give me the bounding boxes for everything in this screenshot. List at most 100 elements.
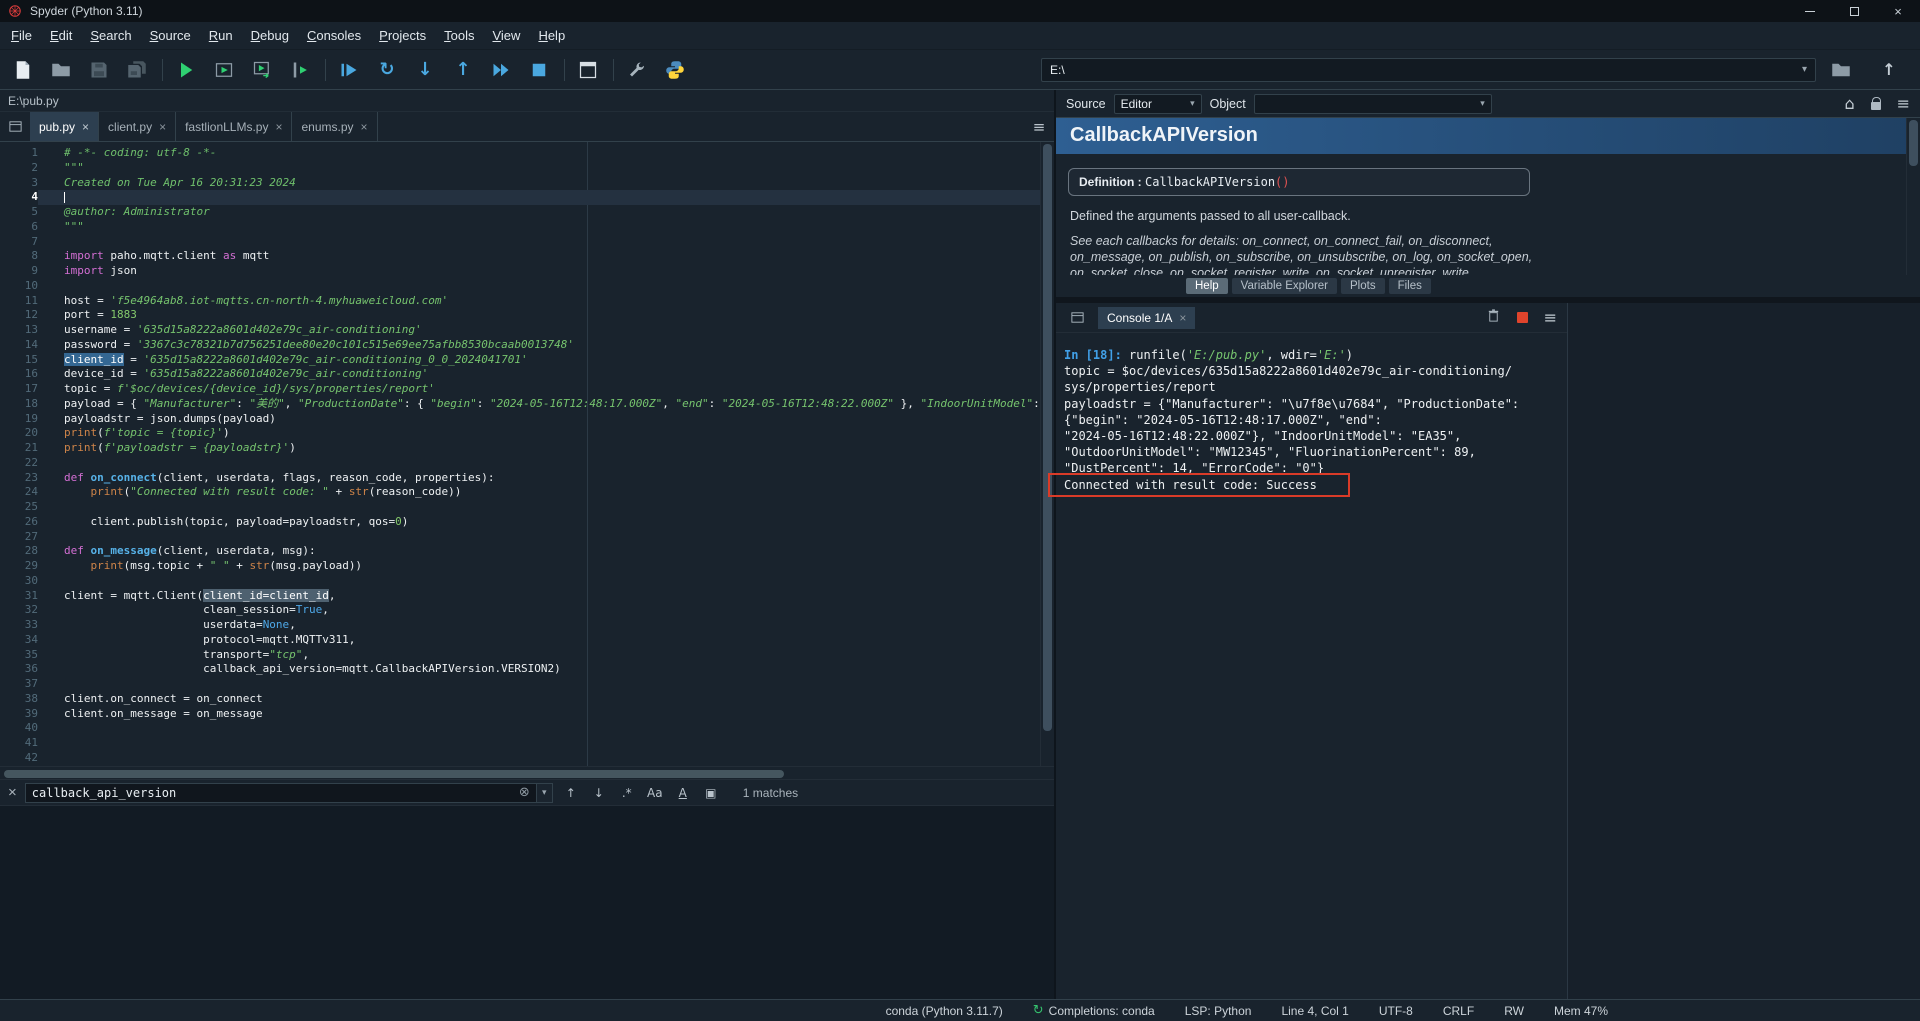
menu-search[interactable]: Search bbox=[81, 23, 140, 48]
tab-close-icon[interactable]: × bbox=[82, 120, 89, 134]
editor-line[interactable]: 32 clean_session=True, bbox=[0, 603, 1054, 618]
remove-variables-icon[interactable] bbox=[1486, 308, 1501, 328]
find-next-button[interactable]: ↓ bbox=[589, 783, 609, 803]
menu-source[interactable]: Source bbox=[141, 23, 200, 48]
editor-tab-client.py[interactable]: client.py× bbox=[99, 112, 176, 141]
run-cell-button[interactable] bbox=[209, 55, 239, 85]
editor-line[interactable]: 24 print("Connected with result code: " … bbox=[0, 485, 1054, 500]
editor-line[interactable]: 39client.on_message = on_message bbox=[0, 707, 1054, 722]
console-options-icon[interactable]: ≡ bbox=[1544, 308, 1557, 327]
continue-button[interactable] bbox=[486, 55, 516, 85]
editor-line[interactable]: 34 protocol=mqtt.MQTTv311, bbox=[0, 633, 1054, 648]
editor-line[interactable]: 13username = '635d15a8222a8601d402e79c_a… bbox=[0, 323, 1054, 338]
help-source-combo[interactable]: Editor ▾ bbox=[1114, 94, 1202, 114]
editor-line[interactable]: 12port = 1883 bbox=[0, 308, 1054, 323]
menu-projects[interactable]: Projects bbox=[370, 23, 435, 48]
new-file-button[interactable] bbox=[8, 55, 38, 85]
run-button[interactable] bbox=[171, 55, 201, 85]
editor-line[interactable]: 38client.on_connect = on_connect bbox=[0, 692, 1054, 707]
lock-icon[interactable] bbox=[1871, 102, 1881, 110]
pane-tab-files[interactable]: Files bbox=[1389, 278, 1431, 294]
find-previous-button[interactable]: ↑ bbox=[561, 783, 581, 803]
editor-line[interactable]: 21print(f'payloadstr = {payloadstr}') bbox=[0, 441, 1054, 456]
run-cell-advance-button[interactable] bbox=[247, 55, 277, 85]
save-all-button[interactable] bbox=[122, 55, 152, 85]
interrupt-kernel-icon[interactable] bbox=[1517, 312, 1528, 323]
editor-line[interactable]: 4 bbox=[0, 190, 1054, 205]
browse-tabs-button[interactable] bbox=[0, 112, 30, 141]
highlight-matches-button[interactable]: ▣ bbox=[701, 783, 721, 803]
tabbar-options-icon[interactable]: ≡ bbox=[1024, 112, 1054, 141]
editor-line[interactable]: 35 transport="tcp", bbox=[0, 648, 1054, 663]
editor-line[interactable]: 10 bbox=[0, 279, 1054, 294]
editor-line[interactable]: 36 callback_api_version=mqtt.CallbackAPI… bbox=[0, 662, 1054, 677]
editor-line[interactable]: 41 bbox=[0, 736, 1054, 751]
editor-line[interactable]: 22 bbox=[0, 456, 1054, 471]
editor-line[interactable]: 27 bbox=[0, 530, 1054, 545]
console-tab[interactable]: Console 1/A × bbox=[1098, 307, 1195, 329]
save-button[interactable] bbox=[84, 55, 114, 85]
editor-line[interactable]: 37 bbox=[0, 677, 1054, 692]
help-scrollbar[interactable] bbox=[1906, 118, 1920, 275]
editor-line[interactable]: 11host = 'f5e4964ab8.iot-mqtts.cn-north-… bbox=[0, 294, 1054, 309]
editor-line[interactable]: 15client_id = '635d15a8222a8601d402e79c_… bbox=[0, 353, 1054, 368]
tab-close-icon[interactable]: × bbox=[1179, 311, 1186, 325]
editor-tab-pub.py[interactable]: pub.py× bbox=[30, 112, 99, 141]
editor-line[interactable]: 40 bbox=[0, 721, 1054, 736]
tab-close-icon[interactable]: × bbox=[159, 120, 166, 134]
editor-line[interactable]: 26 client.publish(topic, payload=payload… bbox=[0, 515, 1054, 530]
browse-directory-button[interactable] bbox=[1826, 55, 1856, 85]
rerun-button[interactable]: ↻ bbox=[372, 55, 402, 85]
whole-words-button[interactable]: A bbox=[673, 783, 693, 803]
tab-close-icon[interactable]: × bbox=[275, 120, 282, 134]
editor-line[interactable]: 5@author: Administrator bbox=[0, 205, 1054, 220]
regex-button[interactable]: .* bbox=[617, 783, 637, 803]
maximize-button[interactable] bbox=[1832, 0, 1876, 22]
maximize-pane-button[interactable] bbox=[573, 55, 603, 85]
menu-run[interactable]: Run bbox=[200, 23, 242, 48]
editor-line[interactable]: 19payloadstr = json.dumps(payload) bbox=[0, 412, 1054, 427]
run-selection-button[interactable] bbox=[285, 55, 315, 85]
help-object-combo[interactable]: ▾ bbox=[1254, 94, 1492, 114]
open-file-button[interactable] bbox=[46, 55, 76, 85]
search-history-dropdown[interactable]: ▾ bbox=[537, 783, 553, 803]
pane-tab-variable-explorer[interactable]: Variable Explorer bbox=[1232, 278, 1337, 294]
editor-line[interactable]: 16device_id = '635d15a8222a8601d402e79c_… bbox=[0, 367, 1054, 382]
menu-debug[interactable]: Debug bbox=[242, 23, 298, 48]
search-input[interactable]: callback_api_version ⊗ bbox=[25, 783, 537, 803]
code-editor[interactable]: 1# -*- coding: utf-8 -*-2"""3Created on … bbox=[0, 142, 1054, 766]
editor-line[interactable]: 25 bbox=[0, 500, 1054, 515]
editor-line[interactable]: 42 bbox=[0, 751, 1054, 766]
editor-line[interactable]: 1# -*- coding: utf-8 -*- bbox=[0, 146, 1054, 161]
editor-line[interactable]: 2""" bbox=[0, 161, 1054, 176]
editor-line[interactable]: 18payload = { "Manufacturer": "美的", "Pro… bbox=[0, 397, 1054, 412]
pane-tab-help[interactable]: Help bbox=[1186, 278, 1228, 294]
parent-directory-button[interactable]: ↑ bbox=[1874, 55, 1904, 85]
menu-edit[interactable]: Edit bbox=[41, 23, 81, 48]
home-icon[interactable]: ⌂ bbox=[1844, 94, 1854, 113]
debug-button[interactable] bbox=[334, 55, 364, 85]
editor-line[interactable]: 17topic = f'$oc/devices/{device_id}/sys/… bbox=[0, 382, 1054, 397]
browse-tabs-button[interactable] bbox=[1062, 310, 1092, 325]
tab-close-icon[interactable]: × bbox=[361, 120, 368, 134]
minimize-button[interactable] bbox=[1788, 0, 1832, 22]
preferences-button[interactable] bbox=[622, 55, 652, 85]
editor-line[interactable]: 6""" bbox=[0, 220, 1054, 235]
working-directory-combo[interactable]: E:\ ▾ bbox=[1041, 58, 1816, 82]
editor-horizontal-scrollbar[interactable] bbox=[0, 766, 1054, 780]
editor-tab-enums.py[interactable]: enums.py× bbox=[292, 112, 377, 141]
help-options-icon[interactable]: ≡ bbox=[1897, 94, 1910, 113]
editor-line[interactable]: 3Created on Tue Apr 16 20:31:23 2024 bbox=[0, 176, 1054, 191]
menu-file[interactable]: File bbox=[2, 23, 41, 48]
menu-tools[interactable]: Tools bbox=[435, 23, 483, 48]
step-return-button[interactable]: ↑ bbox=[448, 55, 478, 85]
stop-button[interactable] bbox=[524, 55, 554, 85]
editor-tab-fastlionLLMs.py[interactable]: fastlionLLMs.py× bbox=[176, 112, 292, 141]
clear-search-icon[interactable]: ⊗ bbox=[519, 785, 530, 800]
editor-line[interactable]: 7 bbox=[0, 235, 1054, 250]
menu-view[interactable]: View bbox=[483, 23, 529, 48]
editor-vertical-scrollbar[interactable] bbox=[1040, 142, 1054, 766]
editor-line[interactable]: 23def on_connect(client, userdata, flags… bbox=[0, 471, 1054, 486]
editor-line[interactable]: 29 print(msg.topic + " " + str(msg.paylo… bbox=[0, 559, 1054, 574]
editor-line[interactable]: 9import json bbox=[0, 264, 1054, 279]
